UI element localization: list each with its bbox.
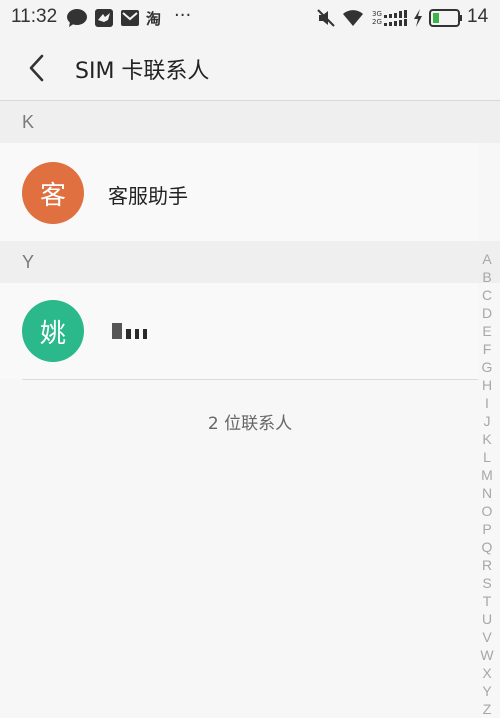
taobao-icon: 淘 [146,9,162,28]
alphabet-index-letter[interactable]: E [482,322,491,340]
alphabet-index-letter[interactable]: U [482,610,492,628]
alphabet-index-letter[interactable]: V [482,628,491,646]
contact-name: 客服助手 [108,184,188,208]
alphabet-index-letter[interactable]: L [483,448,491,466]
alphabet-index[interactable]: ABCDEFGHIJKLMNOPQRSTUVWXYZ [480,250,494,718]
alphabet-index-letter[interactable]: Y [482,682,491,700]
alphabet-index-letter[interactable]: B [482,268,491,286]
contact-row[interactable]: 姚 [0,283,478,379]
contact-row[interactable]: 客 客服助手 [0,143,478,241]
signal-icon: 3G 2G [372,8,410,28]
chat-icon [66,8,88,28]
alphabet-index-letter[interactable]: Z [483,700,492,718]
alphabet-index-letter[interactable]: P [482,520,491,538]
status-time: 11:32 [11,6,58,27]
more-dots-icon: ··· [174,4,192,26]
charging-icon [412,8,424,28]
avatar: 客 [22,162,84,224]
avatar: 姚 [22,300,84,362]
section-letter: Y [22,252,35,272]
signal-bottom-label: 2G [372,18,382,26]
alphabet-index-letter[interactable]: H [482,376,492,394]
alphabet-index-letter[interactable]: I [485,394,489,412]
contact-name-pixelated [112,323,147,339]
alphabet-index-letter[interactable]: N [482,484,492,502]
status-bar: 11:32 淘 ··· 3G 2G 14 [0,0,500,36]
battery-percent: 14 [467,6,489,27]
back-button[interactable] [18,50,54,86]
signal-labels: 3G 2G [372,10,382,26]
alphabet-index-letter[interactable]: X [482,664,491,682]
battery-icon [429,8,463,28]
alphabet-index-letter[interactable]: D [482,304,492,322]
alphabet-index-letter[interactable]: R [482,556,492,574]
signal-top-label: 3G [372,10,382,18]
mail-icon [120,8,140,28]
alphabet-index-letter[interactable]: O [482,502,493,520]
divider [22,379,478,380]
wifi-icon [342,8,364,28]
alphabet-index-letter[interactable]: M [481,466,493,484]
alphabet-index-letter[interactable]: T [483,592,492,610]
section-header-y: Y [0,241,500,283]
alphabet-index-letter[interactable]: A [482,250,491,268]
section-letter: K [22,112,35,132]
alphabet-index-letter[interactable]: C [482,286,492,304]
alphabet-index-letter[interactable]: F [483,340,492,358]
alphabet-index-letter[interactable]: S [482,574,491,592]
mute-icon [316,8,336,28]
alphabet-index-letter[interactable]: J [484,412,491,430]
page-title: SIM 卡联系人 [75,59,210,84]
chevron-left-icon [29,54,44,82]
alphabet-index-letter[interactable]: K [482,430,491,448]
alphabet-index-letter[interactable]: G [482,358,493,376]
header-bar: SIM 卡联系人 [0,36,500,101]
alphabet-index-letter[interactable]: Q [482,538,493,556]
contact-count: 2 位联系人 [207,414,293,434]
section-header-k: K [0,101,500,143]
bird-app-icon [94,8,114,28]
alphabet-index-letter[interactable]: W [480,646,493,664]
